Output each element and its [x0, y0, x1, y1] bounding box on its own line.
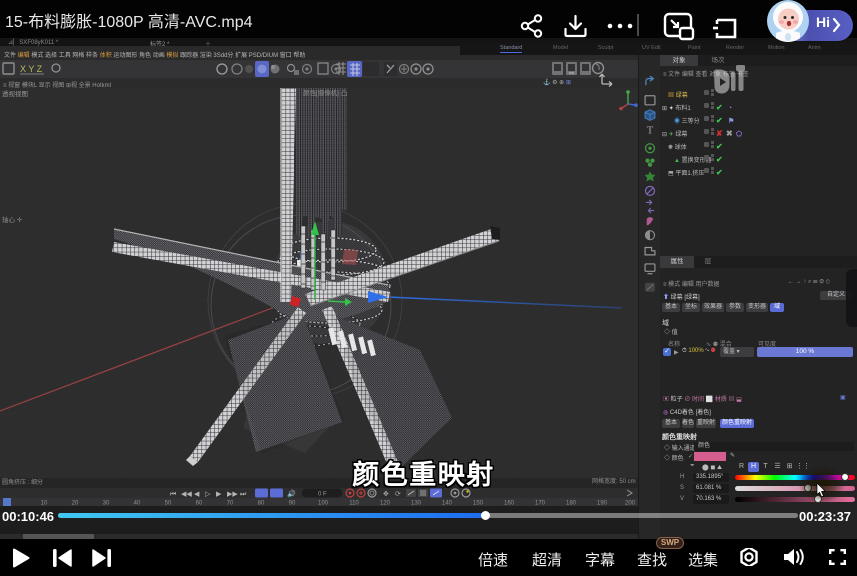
- svg-text:✘: ✘: [716, 129, 723, 138]
- svg-text:0 F: 0 F: [318, 492, 327, 498]
- svg-text:X Y Z: X Y Z: [20, 64, 43, 74]
- svg-text:▷: ▷: [205, 491, 211, 498]
- svg-text:✔: ✔: [716, 142, 723, 151]
- svg-text:▶▶: ▶▶: [227, 491, 238, 498]
- svg-text:✔: ✔: [716, 155, 723, 164]
- svg-text:透视视图: 透视视图: [2, 89, 28, 98]
- svg-text:颜色[摄像机] 凸: 颜色[摄像机] 凸: [303, 88, 347, 97]
- svg-text:⏮: ⏮: [170, 491, 176, 498]
- svg-text:⟳: ⟳: [395, 491, 401, 498]
- svg-text:⚑: ⚑: [728, 117, 734, 125]
- svg-text:✔: ✔: [716, 116, 723, 125]
- svg-text:✖: ✖: [726, 129, 733, 138]
- svg-text:✔: ✔: [716, 168, 723, 177]
- svg-text:轴心 ✛: 轴心 ✛: [2, 215, 23, 224]
- svg-text:▶: ▶: [216, 491, 222, 498]
- svg-text:◀: ◀: [194, 491, 200, 498]
- svg-text:⬠: ⬠: [735, 130, 743, 138]
- svg-text:◀◀: ◀◀: [181, 491, 192, 498]
- svg-text:⏭: ⏭: [240, 491, 247, 498]
- svg-text:T: T: [647, 126, 654, 137]
